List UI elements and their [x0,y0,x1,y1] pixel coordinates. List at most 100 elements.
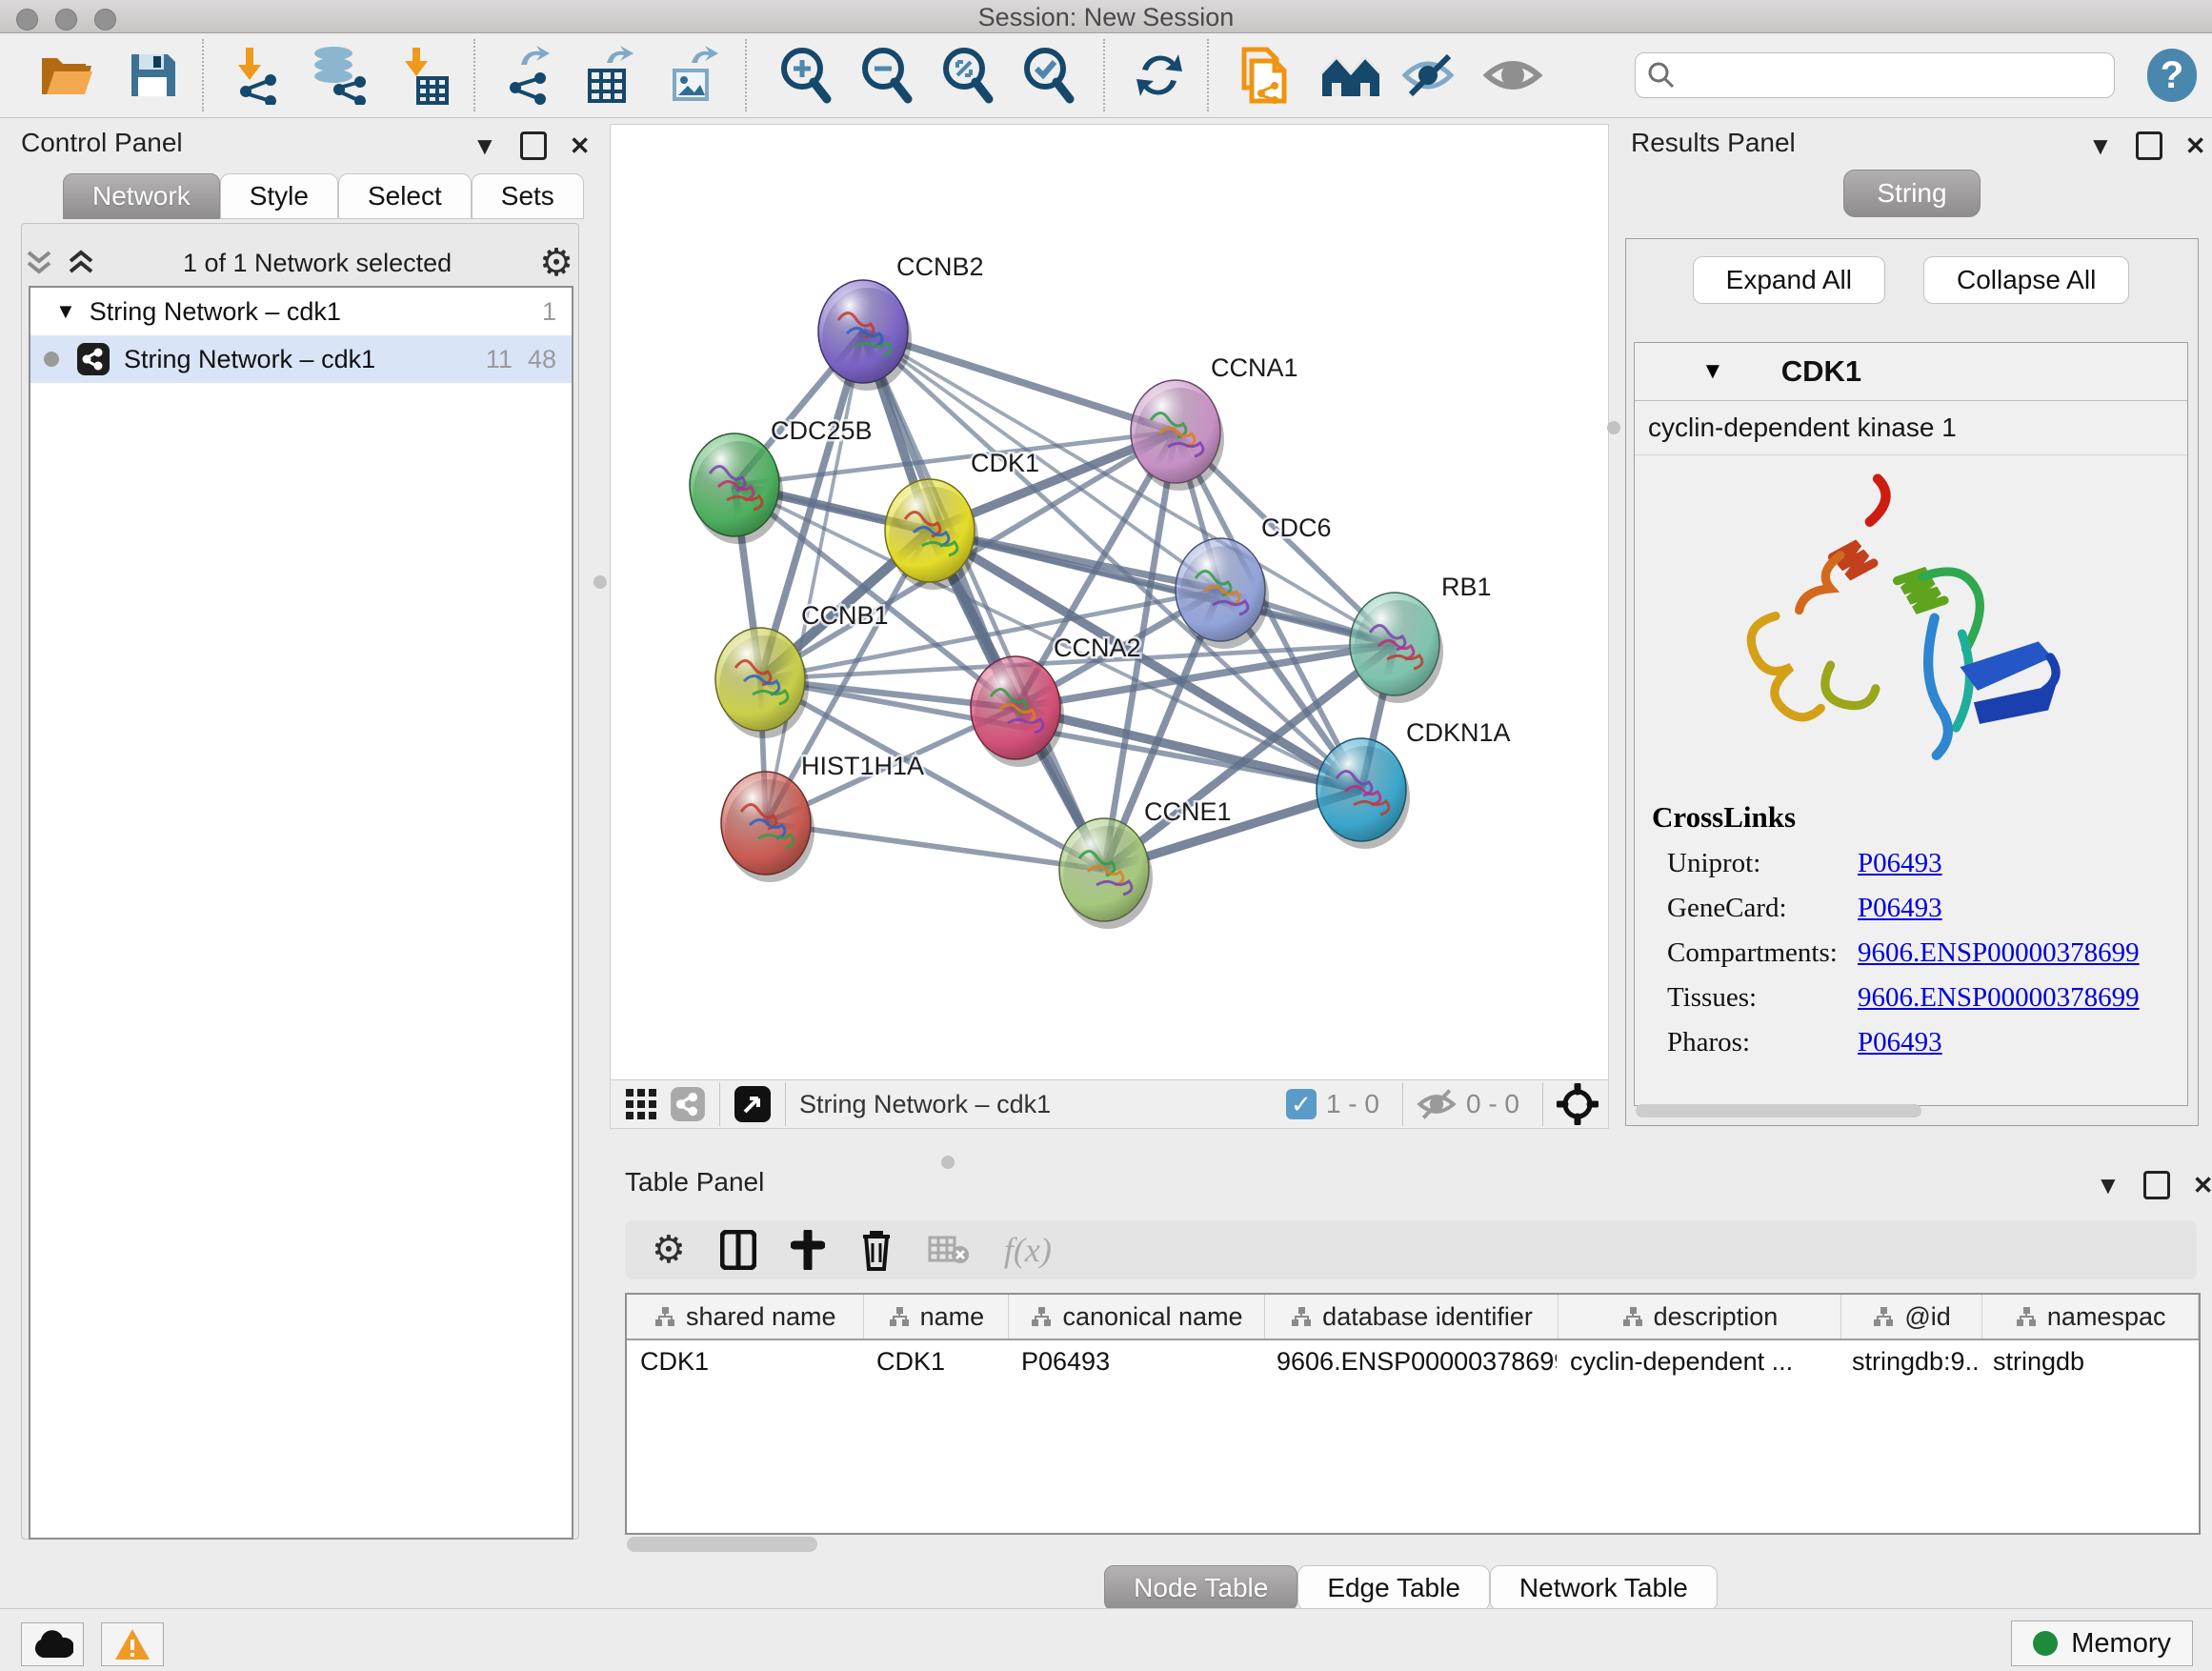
results-panel-close-icon[interactable]: ✕ [2185,133,2206,158]
crosslink-link[interactable]: P06493 [1858,1027,1942,1058]
expand-all-button[interactable]: Expand All [1693,256,1885,304]
tab-node-table[interactable]: Node Table [1104,1565,1297,1611]
delete-column-icon[interactable] [859,1229,894,1271]
collapse-all-button[interactable]: Collapse All [1923,256,2129,304]
import-network-file-icon[interactable] [227,45,288,106]
crosslink-link[interactable]: P06493 [1858,893,1942,924]
table-cell[interactable]: stringdb:9... [1839,1340,1980,1382]
network-options-gear-icon[interactable]: ⚙ [539,244,573,282]
delete-table-icon [928,1234,970,1266]
expand-all-icon[interactable] [67,247,95,279]
search-input[interactable] [1685,60,2102,91]
control-panel-close-icon[interactable]: ✕ [570,133,591,158]
warning-status-button[interactable] [101,1622,164,1666]
zoom-in-icon[interactable] [774,45,835,106]
refresh-view-icon[interactable] [1129,45,1190,106]
open-session-icon[interactable] [36,45,97,106]
export-network-icon[interactable] [498,45,559,106]
network-row[interactable]: String Network – cdk1 11 48 [30,335,572,383]
tab-edge-table[interactable]: Edge Table [1297,1565,1490,1611]
zoom-fit-icon[interactable] [936,45,997,106]
table-panel: Table Panel ▼ ✕ ⚙ f(x) shared namenameca… [617,1167,2204,1593]
network-canvas[interactable]: CCNB2CCNA1CDC25BCDK1CDC6RB1CCNB1CCNA2CDK… [610,124,1609,1081]
export-table-icon[interactable] [579,45,640,106]
results-scrollbar[interactable] [1636,1104,1921,1117]
table-options-gear-icon[interactable]: ⚙ [652,1231,686,1269]
crosslink-row: Tissues:9606.ENSP00000378699 [1667,982,2170,1014]
network-collection-row[interactable]: ▼ String Network – cdk1 1 [30,288,572,335]
main-toolbar: ? [0,33,2212,118]
network-view-share-icon[interactable] [670,1086,706,1122]
table-panel-close-icon[interactable]: ✕ [2193,1173,2212,1198]
table-cell[interactable]: CDK1 [863,1340,1008,1382]
export-image-icon[interactable] [662,45,723,106]
network-graph[interactable]: CCNB2CCNA1CDC25BCDK1CDC6RB1CCNB1CCNA2CDK… [611,125,1606,1078]
function-builder-icon: f(x) [1004,1230,1052,1270]
tab-network[interactable]: Network [63,173,220,219]
results-panel-float-icon[interactable] [2136,131,2162,160]
table-panel-menu-icon[interactable]: ▼ [2096,1173,2121,1198]
network-selection-status: 1 of 1 Network selected [95,249,539,278]
column-header-5[interactable]: @id [1841,1295,1983,1339]
table-cell[interactable]: CDK1 [627,1340,863,1382]
results-panel-menu-icon[interactable]: ▼ [2088,133,2113,158]
table-cell[interactable]: P06493 [1008,1340,1263,1382]
left-splitter-handle[interactable] [593,575,607,589]
selected-checkbox-icon[interactable]: ✓ [1286,1089,1317,1119]
add-column-icon[interactable] [791,1230,825,1270]
import-network-database-icon[interactable] [308,45,369,106]
warning-icon [113,1627,151,1661]
table-cell[interactable]: 9606.ENSP00000378699 [1263,1340,1557,1382]
results-entry: ▼ CDK1 cyclin-dependent kinase 1 [1634,342,2188,1106]
grid-view-icon[interactable] [624,1087,658,1121]
entry-description: cyclin-dependent kinase 1 [1635,401,2187,455]
node-label-CCNA2: CCNA2 [1054,634,1141,662]
tab-string[interactable]: String [1843,170,1980,217]
horizontal-splitter-handle[interactable] [941,1156,955,1169]
column-header-4[interactable]: description [1558,1295,1840,1339]
right-splitter-handle[interactable] [1607,421,1620,434]
column-header-1[interactable]: name [864,1295,1010,1339]
help-button[interactable]: ? [2147,49,2197,102]
hidden-counts: 0 - 0 [1466,1089,1519,1119]
table-cell[interactable]: cyclin-dependent ... [1557,1340,1839,1382]
cloud-status-button[interactable] [21,1622,84,1666]
zoom-out-icon[interactable] [855,45,916,106]
results-panel: Results Panel ▼ ✕ String Expand All Coll… [1619,124,2204,1129]
column-header-6[interactable]: namespac [1982,1295,2199,1339]
zoom-selected-icon[interactable] [1017,45,1078,106]
table-cell[interactable]: stringdb [1980,1340,2195,1382]
column-header-2[interactable]: canonical name [1009,1295,1265,1339]
save-session-icon[interactable] [122,45,183,106]
column-header-0[interactable]: shared name [627,1295,864,1339]
control-panel-title: Control Panel [21,128,183,158]
tab-style[interactable]: Style [220,173,338,219]
tab-sets[interactable]: Sets [472,173,584,219]
crosslink-link[interactable]: P06493 [1858,848,1942,879]
control-panel-float-icon[interactable] [520,131,547,160]
tab-select[interactable]: Select [338,173,472,219]
show-columns-icon[interactable] [720,1230,756,1270]
table-horizontal-scrollbar[interactable] [627,1537,817,1552]
table-row[interactable]: CDK1CDK1P064939606.ENSP00000378699cyclin… [627,1340,2199,1382]
graphics-details-eye-icon[interactable] [1400,45,1461,106]
column-header-3[interactable]: database identifier [1265,1295,1558,1339]
import-table-file-icon[interactable] [393,45,454,106]
duplicate-network-icon[interactable] [1235,45,1296,106]
search-box[interactable] [1635,52,2115,98]
tab-network-table[interactable]: Network Table [1490,1565,1718,1611]
protein-structure-image [1635,455,2187,795]
memory-button[interactable]: Memory [2011,1621,2193,1666]
table-panel-float-icon[interactable] [2143,1171,2170,1199]
crosslink-link[interactable]: 9606.ENSP00000378699 [1858,937,2140,969]
tree-expander-icon[interactable]: ▼ [55,299,76,324]
control-panel-menu-icon[interactable]: ▼ [473,133,497,158]
birds-eye-view-icon[interactable] [734,1085,772,1123]
entry-collapse-icon[interactable]: ▼ [1701,358,1724,385]
collapse-all-icon[interactable] [25,247,53,279]
crosslink-link[interactable]: 9606.ENSP00000378699 [1858,982,2140,1014]
welcome-screen-icon[interactable] [1320,45,1381,106]
pan-crosshair-icon[interactable] [1557,1083,1599,1125]
eye-icon[interactable] [1482,45,1543,106]
results-panel-title: Results Panel [1631,128,1796,158]
